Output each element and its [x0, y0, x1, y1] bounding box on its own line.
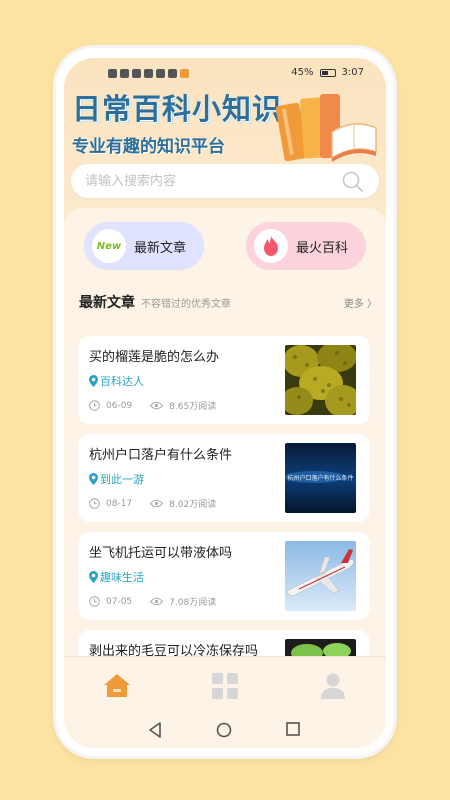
flame-icon [254, 229, 288, 263]
hottest-wiki-label: 最火百科 [296, 240, 349, 256]
article-date: 07-05 [106, 596, 133, 607]
airplane-thumbnail [285, 541, 356, 611]
grid-tab-icon[interactable] [210, 671, 240, 701]
article-category-label: 百科达人 [100, 375, 144, 388]
eye-icon [150, 597, 164, 606]
article-meta: 07-05 7.08万阅读 [89, 595, 216, 608]
home-nav-icon[interactable] [216, 722, 232, 738]
clock-icon [89, 596, 100, 607]
location-pin-icon [89, 473, 98, 485]
new-badge-icon: New [92, 229, 126, 263]
section-title: 最新文章 [79, 295, 135, 311]
app-screen: 45% 3:07 日常百科小知识 专业有趣的知识平台 请输入搜索内容 New 最… [64, 58, 386, 748]
books-illustration [276, 94, 377, 162]
search-icon[interactable] [341, 170, 365, 194]
article-category-label: 趣味生活 [100, 571, 144, 584]
article-views: 8.65万阅读 [169, 402, 217, 412]
article-title: 买的榴莲是脆的怎么办 [89, 350, 220, 365]
app-notification-icon [180, 69, 189, 78]
article-views: 7.08万阅读 [169, 598, 217, 608]
location-pin-icon [89, 571, 98, 583]
search-bar[interactable] [71, 164, 379, 198]
back-icon[interactable] [148, 722, 162, 738]
article-title: 坐飞机托运可以带液体吗 [89, 546, 233, 561]
clock-icon [89, 498, 100, 509]
article-views: 8.02万阅读 [169, 500, 217, 510]
battery-icon [319, 68, 336, 77]
bottom-tab-bar [64, 656, 386, 714]
article-date: 06-09 [106, 400, 133, 411]
main-content: New 最新文章 最火百科 最新文章 不容错过的优秀文章 更多 〉 买的榴莲是脆… [64, 208, 386, 718]
article-category: 趣味生活 [89, 569, 144, 585]
latest-articles-button[interactable]: New 最新文章 [84, 222, 204, 270]
section-header: 最新文章 不容错过的优秀文章 更多 〉 [79, 292, 377, 312]
status-bar: 45% 3:07 [64, 58, 386, 88]
article-date: 08-17 [106, 498, 133, 509]
article-card[interactable]: 坐飞机托运可以带液体吗 趣味生活 07-05 7.08万阅读 [78, 532, 370, 620]
eye-icon [150, 401, 164, 410]
recents-icon[interactable] [286, 722, 300, 736]
new-badge-text: New [96, 240, 122, 252]
clock: 3:07 [341, 67, 364, 78]
app-title: 日常百科小知识 [72, 92, 283, 126]
user-tab-icon[interactable] [318, 671, 348, 701]
status-icons [108, 69, 189, 78]
article-meta: 08-17 8.02万阅读 [89, 497, 216, 510]
location-pin-icon [89, 375, 98, 387]
hottest-wiki-button[interactable]: 最火百科 [246, 222, 366, 270]
signal-icon [120, 69, 129, 78]
phone-frame: 45% 3:07 日常百科小知识 专业有趣的知识平台 请输入搜索内容 New 最… [56, 48, 394, 756]
app-notification-icon [168, 69, 177, 78]
hd-icon [108, 69, 117, 78]
battery-percent: 45% [291, 67, 314, 78]
home-tab-icon[interactable] [102, 671, 132, 701]
durian-thumbnail [285, 345, 356, 415]
article-category: 到此一游 [89, 471, 144, 487]
article-title: 杭州户口落户有什么条件 [89, 448, 233, 463]
section-subtitle: 不容错过的优秀文章 [141, 299, 231, 310]
search-input[interactable] [85, 164, 335, 198]
article-card[interactable]: 杭州户口落户有什么条件 到此一游 08-17 8.02万阅读 杭州户口落户有什么… [78, 434, 370, 522]
article-meta: 06-09 8.65万阅读 [89, 399, 216, 412]
wifi-icon [144, 69, 153, 78]
article-card[interactable]: 买的榴莲是脆的怎么办 百科达人 06-09 8.65万阅读 [78, 336, 370, 424]
eye-icon [150, 499, 164, 508]
hangzhou-thumbnail: 杭州户口落户有什么条件 [285, 443, 356, 513]
app-subtitle: 专业有趣的知识平台 [72, 137, 225, 157]
status-right: 45% 3:07 [291, 67, 364, 78]
article-category: 百科达人 [89, 373, 144, 389]
more-link[interactable]: 更多 〉 [344, 295, 377, 310]
signal-icon [132, 69, 141, 78]
article-category-label: 到此一游 [100, 473, 144, 486]
hangzhou-thumbnail-text: 杭州户口落户有什么条件 [287, 474, 353, 482]
system-nav-bar [64, 714, 386, 748]
latest-articles-label: 最新文章 [134, 240, 187, 256]
app-notification-icon [156, 69, 165, 78]
clock-icon [89, 400, 100, 411]
